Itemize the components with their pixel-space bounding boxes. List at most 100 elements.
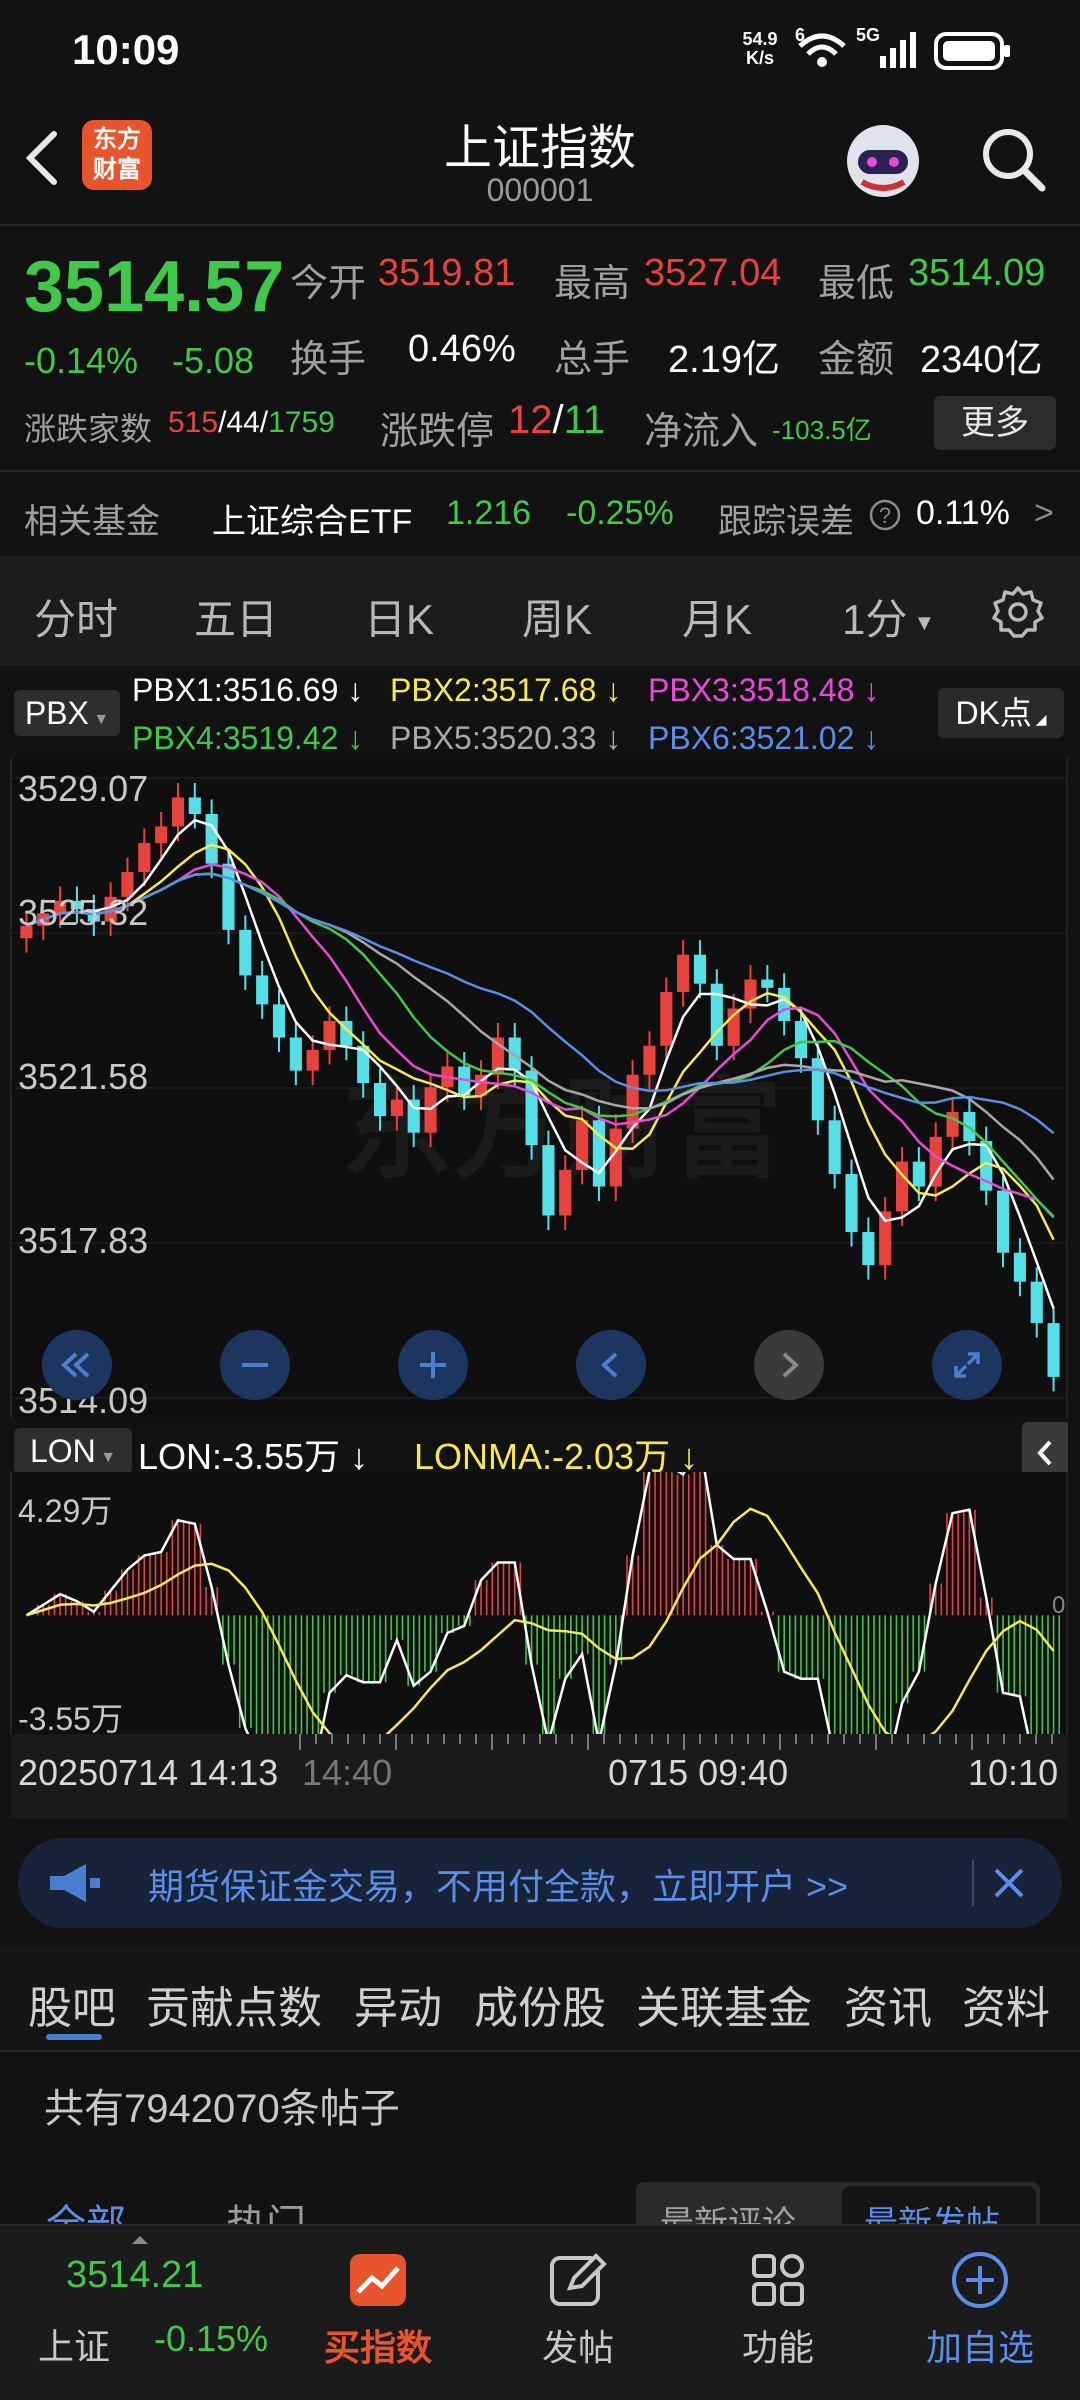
legend-pbx5: PBX5:3520.33 ↓ (390, 720, 622, 756)
candle-body (155, 826, 168, 843)
page-title: 上证指数 (443, 122, 636, 175)
legend-pbx3: PBX3:3518.48 ↓ (648, 672, 880, 708)
high-value: 3527.04 (644, 252, 782, 294)
more-button[interactable]: 更多 (934, 396, 1056, 450)
network-speed: 54.9 K/s (742, 29, 778, 68)
fullscreen-button[interactable] (932, 1330, 1002, 1400)
battery-icon (934, 32, 1010, 70)
tab-profile[interactable]: 资料 (962, 1972, 1050, 2036)
lon-svg (25, 1438, 1060, 1855)
turnover-label: 换手 (290, 339, 367, 381)
legend-pbx6: PBX6:3521.02 ↓ (648, 720, 880, 756)
app-logo[interactable]: 东方 财富 (82, 120, 152, 190)
robot-avatar-icon[interactable] (842, 120, 924, 202)
close-icon[interactable] (988, 1862, 1030, 1904)
nav-buy-index[interactable]: 买指数 (318, 2226, 438, 2371)
bottom-nav: 3514.21 上证 -0.15% 买指数 发帖 功能 加自选 (0, 2224, 1080, 2400)
header-divider (0, 224, 1080, 226)
candle-body (222, 863, 235, 930)
amount-label: 金额 (818, 339, 895, 381)
legend-pbx2: PBX2:3517.68 ↓ (390, 672, 622, 708)
nav-index-change[interactable]: -0.15% (154, 2318, 268, 2360)
back-button[interactable] (22, 128, 62, 188)
tab-contribution[interactable]: 贡献点数 (146, 1972, 322, 2036)
candle-body (188, 797, 201, 815)
period-tabs: 分时 五日 日K 周K 月K 1分 ▼ (0, 556, 1080, 666)
scroll-right-button[interactable] (754, 1330, 824, 1400)
nav-index-price[interactable]: 3514.21 (66, 2254, 203, 2297)
content-tabs: 股吧 贡献点数 异动 成份股 关联基金 资讯 资料 (0, 1946, 1080, 2050)
tab-forum[interactable]: 股吧 (28, 1972, 116, 2036)
y-label-1: 3525.32 (18, 892, 149, 933)
candle-body (272, 1004, 286, 1038)
zoom-out-button[interactable] (220, 1330, 290, 1400)
limit-values: 12/11 (508, 398, 606, 442)
signal-icon (880, 32, 916, 68)
candle-body (289, 1037, 302, 1071)
candle-body (256, 975, 269, 1005)
tab-intraday[interactable]: 分时 (34, 586, 118, 647)
candle-body (205, 814, 218, 864)
tab-five-day[interactable]: 五日 (194, 586, 278, 647)
time-label-mid: 0715 09:40 (608, 1752, 789, 1793)
tab-monthly-k[interactable]: 月K (682, 586, 752, 647)
tab-anomaly[interactable]: 异动 (354, 1972, 442, 2036)
add-circle-icon (952, 2252, 1008, 2308)
ad-banner[interactable]: 期货保证金交易，不用付全款，立即开户 >> (18, 1838, 1062, 1928)
gear-icon[interactable] (990, 584, 1046, 640)
volume-label: 总手 (554, 339, 631, 381)
fund-change: -0.25% (566, 494, 674, 532)
dk-point-button[interactable]: DK点 ◢ (938, 688, 1064, 738)
inflow-label: 净流入 (644, 411, 759, 453)
kline-svg: 东方财富 (12, 777, 1066, 1399)
time-label-start: 20250714 14:13 (18, 1752, 279, 1793)
zoom-in-button[interactable] (398, 1330, 468, 1400)
change-amount: -5.08 (172, 340, 255, 381)
scroll-left-button[interactable] (576, 1330, 646, 1400)
legend-pbx1: PBX1:3516.69 ↓ (132, 672, 364, 708)
high-label: 最高 (554, 263, 631, 305)
help-icon[interactable]: ? (868, 498, 902, 532)
candle-body (660, 991, 673, 1046)
tab-daily-k[interactable]: 日K (364, 586, 434, 647)
tab-constituents[interactable]: 成份股 (474, 1972, 606, 2036)
tab-weekly-k[interactable]: 周K (522, 586, 592, 647)
time-label-end: 10:10 (968, 1752, 1059, 1793)
tab-related-funds[interactable]: 关联基金 (636, 1972, 812, 2036)
grid-apps-icon (752, 2254, 804, 2306)
tab-news[interactable]: 资讯 (844, 1972, 932, 2036)
scroll-far-left-button[interactable] (42, 1330, 112, 1400)
edit-icon (550, 2253, 607, 2306)
candle-body (1013, 1252, 1026, 1282)
nav-functions[interactable]: 功能 (718, 2226, 838, 2371)
candle-body (828, 1120, 841, 1175)
candle-body (778, 987, 791, 1021)
nav-add-watchlist[interactable]: 加自选 (918, 2226, 1042, 2371)
related-fund-row[interactable]: 相关基金 上证综合ETF 1.216 -0.25% 跟踪误差 ? 0.11% > (0, 478, 1080, 550)
tracking-error-label: 跟踪误差 (718, 503, 854, 541)
candle-body (677, 954, 690, 992)
indicator-select-pbx[interactable]: PBX ▼ (14, 690, 120, 736)
open-value: 3519.81 (378, 252, 516, 294)
candle-body (643, 1045, 656, 1075)
search-icon[interactable] (978, 124, 1048, 194)
stock-code: 000001 (486, 172, 594, 208)
zoom-in-icon (420, 1352, 446, 1378)
candle-body (862, 1232, 875, 1266)
tab-one-minute[interactable]: 1分 ▼ (842, 586, 935, 647)
lon-chart[interactable]: 4.29万 0 -3.55万 (10, 1438, 1068, 1855)
expand-icon (954, 1352, 980, 1378)
candle-body (407, 1099, 420, 1133)
kline-chart[interactable]: 东方财富 3529.07 3525.32 3521.58 3517.83 351… (10, 758, 1068, 1421)
turnover-value: 0.46% (408, 328, 516, 370)
lon-line (25, 1438, 1055, 1855)
inflow-value: -103.5亿 (772, 415, 872, 445)
indicator-select-lon[interactable]: LON ▼ (14, 1428, 132, 1474)
fund-label: 相关基金 (24, 503, 160, 541)
nav-index-name[interactable]: 上证 (38, 2318, 110, 2370)
nav-post[interactable]: 发帖 (518, 2226, 638, 2371)
low-value: 3514.09 (908, 252, 1046, 294)
time-label-faded: 14:40 (302, 1752, 393, 1793)
fund-chevron-icon: > (1034, 494, 1054, 532)
trend-chart-icon (350, 2254, 406, 2306)
